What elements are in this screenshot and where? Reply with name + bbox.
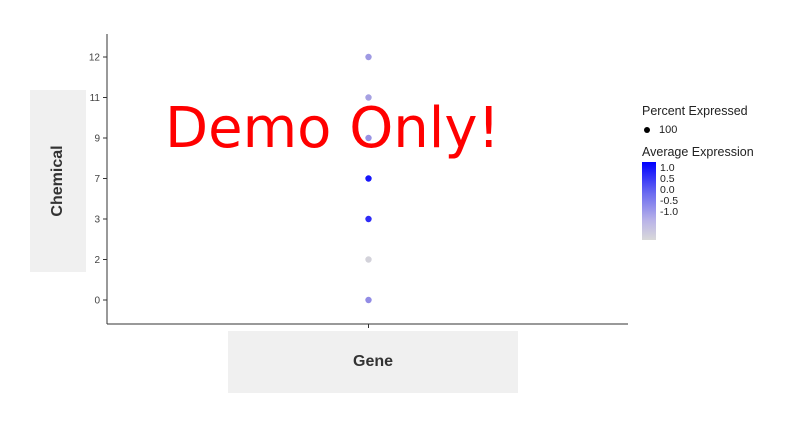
data-point <box>365 256 372 263</box>
colorbar-group: 1.0 0.5 0.0 -0.5 -1.0 <box>642 162 792 240</box>
colorbar-ticks: 1.0 0.5 0.0 -0.5 -1.0 <box>660 163 678 240</box>
y-tick-label: 0 <box>94 296 100 307</box>
y-tick-label: 7 <box>94 174 100 185</box>
y-tick-label: 9 <box>94 134 100 145</box>
size-legend-item: 100 <box>644 124 792 136</box>
data-point <box>365 53 372 61</box>
y-tick-label: 12 <box>89 53 101 64</box>
y-tick-label: 11 <box>90 93 101 104</box>
data-point <box>365 296 372 304</box>
colorbar <box>642 162 656 240</box>
data-point <box>365 215 372 223</box>
y-tick-label: 3 <box>94 215 100 226</box>
colorbar-tick: -1.0 <box>660 206 679 218</box>
size-legend-label: 100 <box>659 124 678 136</box>
color-legend-title: Average Expression <box>642 145 754 159</box>
data-point <box>365 175 372 182</box>
watermark: Demo Only! <box>165 96 500 161</box>
size-legend-title: Percent Expressed <box>642 104 748 118</box>
y-tick-label: 2 <box>94 255 100 266</box>
legend: Percent Expressed 100 Average Expression… <box>642 104 792 240</box>
chart-area: Chemical Gene 0 2 3 7 9 11 12 Percent Expresse… <box>0 0 796 424</box>
size-legend-dot <box>644 127 650 133</box>
